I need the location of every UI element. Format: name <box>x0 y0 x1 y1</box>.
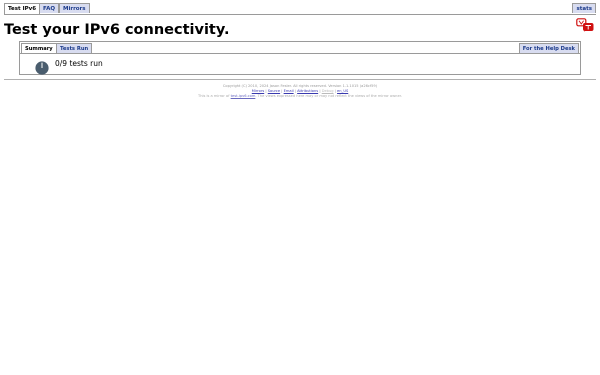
footer-link-mirrors[interactable]: Mirrors <box>252 89 264 93</box>
results-panel: Summary Tests Run For the Help Desk 0/9 … <box>19 41 582 75</box>
panel-tabs: Summary Tests Run For the Help Desk <box>19 41 581 54</box>
footer-link-debug[interactable]: Debug <box>322 89 334 93</box>
tab-test-ipv6[interactable]: Test IPv6 <box>4 3 41 14</box>
mirror-suffix: . The views expressed here may or may no… <box>255 94 402 98</box>
tab-stats[interactable]: stats <box>572 3 596 13</box>
mirror-source-link[interactable]: test-ipv6.com <box>231 94 256 98</box>
mirror-notice: This is a mirror of test-ipv6.com. The v… <box>0 94 600 99</box>
gauge-icon <box>35 61 49 75</box>
page-title: Test your IPv6 connectivity. <box>4 22 230 38</box>
tab-help-desk[interactable]: For the Help Desk <box>518 43 579 53</box>
footer-link-source[interactable]: Source <box>268 89 280 93</box>
divider <box>4 79 596 80</box>
footer-link-attributions[interactable]: Attributions <box>297 89 318 93</box>
summary-body: 0/9 tests run <box>19 53 581 75</box>
tests-status: 0/9 tests run <box>55 59 103 68</box>
language-icon[interactable] <box>576 18 594 32</box>
footer-link-locale[interactable]: en_US <box>337 89 348 93</box>
footer-link-email[interactable]: Email <box>284 89 294 93</box>
footer: Copyright (C) 2010, 2024 Jason Fesler. A… <box>0 84 600 99</box>
mirror-prefix: This is a mirror of <box>198 94 230 98</box>
tab-mirrors[interactable]: Mirrors <box>59 3 90 13</box>
tab-tests-run[interactable]: Tests Run <box>56 43 93 53</box>
top-nav: Test IPv6 FAQ Mirrors stats <box>4 3 596 15</box>
tab-faq[interactable]: FAQ <box>39 3 60 13</box>
